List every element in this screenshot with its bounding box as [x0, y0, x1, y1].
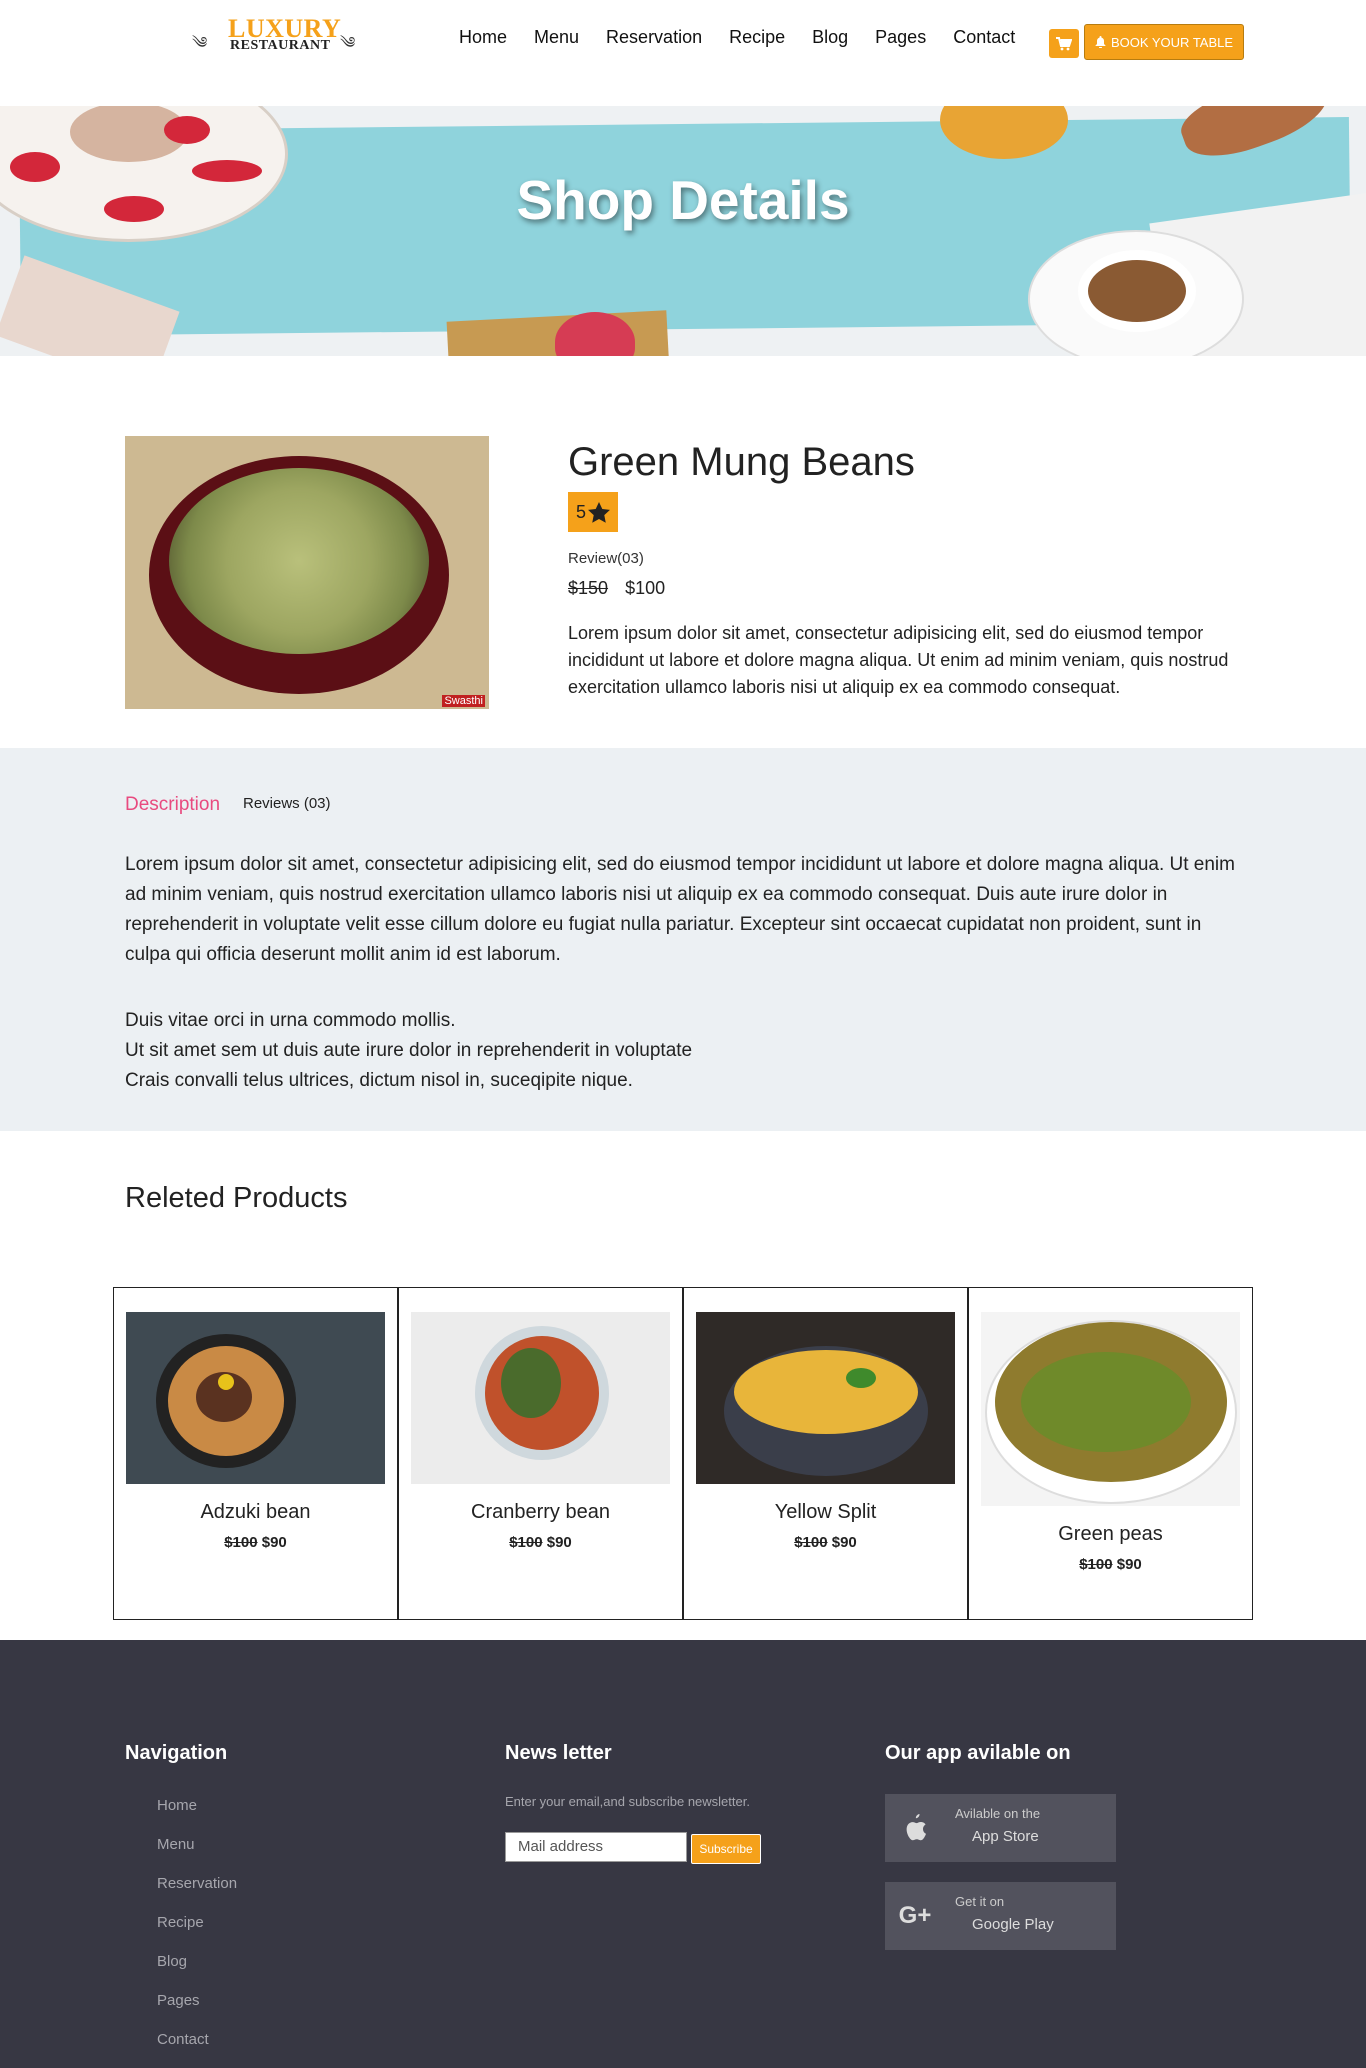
app-store-button[interactable]: Avilable on the App Store: [885, 1794, 1116, 1862]
product-card[interactable]: Cranberry bean $100 $90: [398, 1287, 683, 1620]
tab-description[interactable]: Description: [125, 794, 220, 816]
product-card-price: $100 $90: [969, 1556, 1252, 1573]
footer-nav: Home Menu Reservation Recipe Blog Pages …: [157, 1796, 237, 2068]
product-price: $150 $100: [568, 578, 665, 599]
footer-nav-home[interactable]: Home: [157, 1796, 237, 1835]
book-table-label: BOOK YOUR TABLE: [1110, 34, 1234, 50]
product-card[interactable]: Adzuki bean $100 $90: [113, 1287, 398, 1620]
card-old-price: $100: [509, 1534, 543, 1551]
footer-nav-title: Navigation: [125, 1742, 228, 1764]
logo-line2: RESTAURANT: [230, 38, 331, 53]
tab-reviews[interactable]: Reviews (03): [243, 795, 331, 812]
nav-blog[interactable]: Blog: [812, 26, 848, 48]
product-card-image[interactable]: [411, 1312, 670, 1484]
product-card-image[interactable]: [696, 1312, 955, 1484]
product-sprouts: [169, 468, 429, 654]
star-icon: [588, 501, 610, 523]
description-line: Ut sit amet sem ut duis aute irure dolor…: [125, 1040, 693, 1061]
app-store-line1: Avilable on the: [955, 1806, 1041, 1821]
nav-pages[interactable]: Pages: [875, 26, 926, 48]
footer-nav-blog[interactable]: Blog: [157, 1952, 237, 1991]
image-watermark: Swasthi: [442, 695, 485, 707]
product-card-image[interactable]: [126, 1312, 385, 1484]
hero-banner: Shop Details: [0, 106, 1366, 356]
logo-ornament-right-icon: ༄: [340, 35, 356, 52]
nav-reservation[interactable]: Reservation: [606, 26, 702, 48]
card-old-price: $100: [794, 1534, 828, 1551]
new-price: $100: [625, 578, 666, 598]
book-table-button[interactable]: BOOK YOUR TABLE: [1084, 24, 1244, 60]
product-card-price: $100 $90: [114, 1534, 397, 1551]
logo-ornament-left-icon: ༄: [192, 35, 208, 52]
card-new-price: $90: [261, 1534, 287, 1551]
app-title: Our app avilable on: [885, 1742, 1071, 1764]
card-old-price: $100: [224, 1534, 258, 1551]
footer-nav-contact[interactable]: Contact: [157, 2030, 237, 2068]
product-card-name[interactable]: Yellow Split: [684, 1501, 967, 1524]
review-count[interactable]: Review(03): [568, 550, 644, 567]
description-lines: Duis vitae orci in urna commodo mollis. …: [125, 1006, 692, 1096]
product-description: Lorem ipsum dolor sit amet, consectetur …: [568, 623, 1229, 697]
product-title: Green Mung Beans: [568, 440, 915, 484]
main-nav: Home Menu Reservation Recipe Blog Pages …: [459, 26, 1042, 48]
nav-home[interactable]: Home: [459, 26, 507, 48]
apple-icon: [897, 1812, 933, 1844]
cart-icon: [1056, 36, 1072, 50]
footer-nav-pages[interactable]: Pages: [157, 1991, 237, 2030]
google-plus-icon: G+: [898, 1902, 932, 1929]
footer-nav-menu[interactable]: Menu: [157, 1835, 237, 1874]
page-title: Shop Details: [516, 169, 850, 231]
cart-button[interactable]: [1049, 29, 1079, 58]
email-field[interactable]: Mail address: [505, 1832, 687, 1862]
old-price: $150: [568, 578, 609, 598]
site-header: ༄ LUXURY RESTAURANT ༄ Home Menu Reservat…: [0, 0, 1366, 106]
product-image: Swasthi: [125, 436, 489, 709]
card-new-price: $90: [1116, 1556, 1142, 1573]
product-card-price: $100 $90: [399, 1534, 682, 1551]
hero-coffee-cup: [1078, 250, 1196, 332]
newsletter-title: News letter: [505, 1742, 612, 1764]
card-new-price: $90: [831, 1534, 857, 1551]
product-card-image[interactable]: [981, 1312, 1240, 1506]
product-card[interactable]: Yellow Split $100 $90: [683, 1287, 968, 1620]
google-play-button[interactable]: G+ Get it on Google Play: [885, 1882, 1116, 1950]
newsletter-text: Enter your email,and subscribe newslette…: [505, 1794, 750, 1809]
google-play-line1: Get it on: [955, 1894, 1005, 1909]
bell-icon: [1095, 36, 1106, 48]
rating-value: 5: [575, 501, 586, 522]
google-play-line2: Google Play: [972, 1916, 1054, 1933]
product-card-name[interactable]: Cranberry bean: [399, 1501, 682, 1524]
related-products-list: Adzuki bean $100 $90 Cranberry bean $100…: [113, 1287, 1253, 1620]
product-card[interactable]: Green peas $100 $90: [968, 1287, 1253, 1620]
logo[interactable]: ༄ LUXURY RESTAURANT ༄: [192, 16, 364, 56]
related-products-title: Releted Products: [125, 1182, 348, 1214]
product-card-price: $100 $90: [684, 1534, 967, 1551]
long-description: Lorem ipsum dolor sit amet, consectetur …: [125, 854, 1235, 965]
hero-strawberry: [164, 116, 210, 144]
footer-nav-recipe[interactable]: Recipe: [157, 1913, 237, 1952]
nav-contact[interactable]: Contact: [953, 26, 1015, 48]
card-new-price: $90: [546, 1534, 572, 1551]
footer-nav-reservation[interactable]: Reservation: [157, 1874, 237, 1913]
app-store-line2: App Store: [972, 1828, 1039, 1845]
product-card-name[interactable]: Green peas: [969, 1523, 1252, 1546]
nav-menu[interactable]: Menu: [534, 26, 579, 48]
card-old-price: $100: [1079, 1556, 1113, 1573]
description-line: Crais convalli telus ultrices, dictum ni…: [125, 1070, 633, 1091]
rating-badge: 5: [568, 492, 618, 532]
product-card-name[interactable]: Adzuki bean: [114, 1501, 397, 1524]
description-line: Duis vitae orci in urna commodo mollis.: [125, 1010, 456, 1031]
nav-recipe[interactable]: Recipe: [729, 26, 785, 48]
subscribe-button[interactable]: Subscribe: [691, 1834, 761, 1864]
